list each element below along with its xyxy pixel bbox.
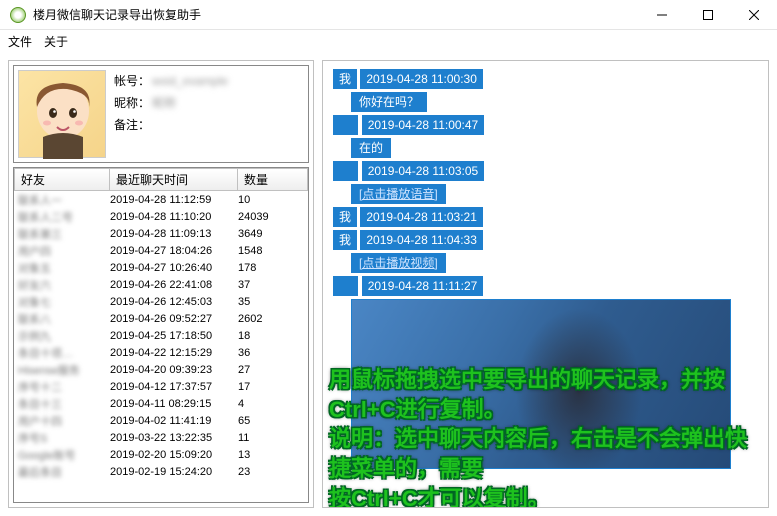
table-row[interactable]: 序号S2019-03-22 13:22:3511 <box>14 429 308 446</box>
account-value: wxid_example <box>152 70 228 92</box>
table-row[interactable]: Google账号2019-02-20 15:09:2013 <box>14 446 308 463</box>
chat-header[interactable]: 我 2019-04-28 11:04:33 <box>333 230 758 250</box>
col-lastchat[interactable]: 最近聊天时间 <box>110 168 238 191</box>
table-row[interactable]: 条目十三2019-04-11 08:29:154 <box>14 395 308 412</box>
table-row[interactable]: 对象五2019-04-27 10:26:40178 <box>14 259 308 276</box>
menu-about[interactable]: 关于 <box>44 33 68 50</box>
chat-header[interactable]: 2019-04-28 11:11:27 <box>333 276 758 296</box>
menu-file[interactable]: 文件 <box>8 33 32 50</box>
chat-header[interactable]: 我 2019-04-28 11:03:21 <box>333 207 758 227</box>
table-row[interactable]: 用户四2019-04-27 18:04:261548 <box>14 242 308 259</box>
chat-text[interactable]: 你好在吗？ <box>333 92 758 112</box>
account-label: 帐号： <box>114 70 152 92</box>
col-count[interactable]: 数量 <box>238 168 308 191</box>
title-bar: 楼月微信聊天记录导出恢复助手 <box>0 0 777 30</box>
chat-image[interactable] <box>351 299 731 469</box>
chat-media-link[interactable]: [点击播放语音] <box>333 184 758 204</box>
close-button[interactable] <box>731 0 777 30</box>
minimize-button[interactable] <box>639 0 685 30</box>
table-row[interactable]: 好友六2019-04-26 22:41:0837 <box>14 276 308 293</box>
table-row[interactable]: 联系人二号2019-04-28 11:10:2024039 <box>14 208 308 225</box>
profile-info: 帐号：wxid_example 昵称：昵称 备注： <box>114 70 228 158</box>
contacts-header: 好友 最近聊天时间 数量 <box>14 168 308 191</box>
table-row[interactable]: Hisense服务2019-04-20 09:39:2327 <box>14 361 308 378</box>
left-panel: 帐号：wxid_example 昵称：昵称 备注： 好友 最近聊天时间 数量 联… <box>8 60 314 508</box>
window-title: 楼月微信聊天记录导出恢复助手 <box>33 6 639 23</box>
table-row[interactable]: 最后条目2019-02-19 15:24:2023 <box>14 463 308 480</box>
chat-text[interactable]: 在的 <box>333 138 758 158</box>
table-row[interactable]: 条目十项…2019-04-22 12:15:2936 <box>14 344 308 361</box>
profile-box: 帐号：wxid_example 昵称：昵称 备注： <box>13 65 309 163</box>
app-icon <box>10 7 26 23</box>
table-row[interactable]: 示例九2019-04-25 17:18:5018 <box>14 327 308 344</box>
table-row[interactable]: 联系人一2019-04-28 11:12:5910 <box>14 191 308 208</box>
contacts-list[interactable]: 联系人一2019-04-28 11:12:5910联系人二号2019-04-28… <box>14 191 308 503</box>
menu-bar: 文件 关于 <box>0 30 777 52</box>
col-friend[interactable]: 好友 <box>14 168 110 191</box>
chat-header[interactable]: 我 2019-04-28 11:00:30 <box>333 69 758 89</box>
remark-label: 备注： <box>114 114 152 136</box>
table-row[interactable]: 联系第三2019-04-28 11:09:133649 <box>14 225 308 242</box>
chat-panel: 我 2019-04-28 11:00:30 你好在吗？ 2019-04-28 11… <box>322 60 769 508</box>
table-row[interactable]: 序号十二2019-04-12 17:37:5717 <box>14 378 308 395</box>
overlay-line-3: 按Ctrl+C才可以复制。 <box>329 484 762 508</box>
table-row[interactable]: 联系八2019-04-26 09:52:272602 <box>14 310 308 327</box>
nick-label: 昵称： <box>114 92 152 114</box>
nick-value: 昵称 <box>152 92 176 114</box>
table-row[interactable]: 用户十四2019-04-02 11:41:1965 <box>14 412 308 429</box>
table-row[interactable]: 对象七2019-04-26 12:45:0335 <box>14 293 308 310</box>
chat-log[interactable]: 我 2019-04-28 11:00:30 你好在吗？ 2019-04-28 11… <box>323 61 768 477</box>
chat-header[interactable]: 2019-04-28 11:03:05 <box>333 161 758 181</box>
chat-media-link[interactable]: [点击播放视频] <box>333 253 758 273</box>
maximize-button[interactable] <box>685 0 731 30</box>
chat-header[interactable]: 2019-04-28 11:00:47 <box>333 115 758 135</box>
avatar <box>18 70 106 158</box>
contacts-panel: 好友 最近聊天时间 数量 联系人一2019-04-28 11:12:5910联系… <box>13 167 309 503</box>
